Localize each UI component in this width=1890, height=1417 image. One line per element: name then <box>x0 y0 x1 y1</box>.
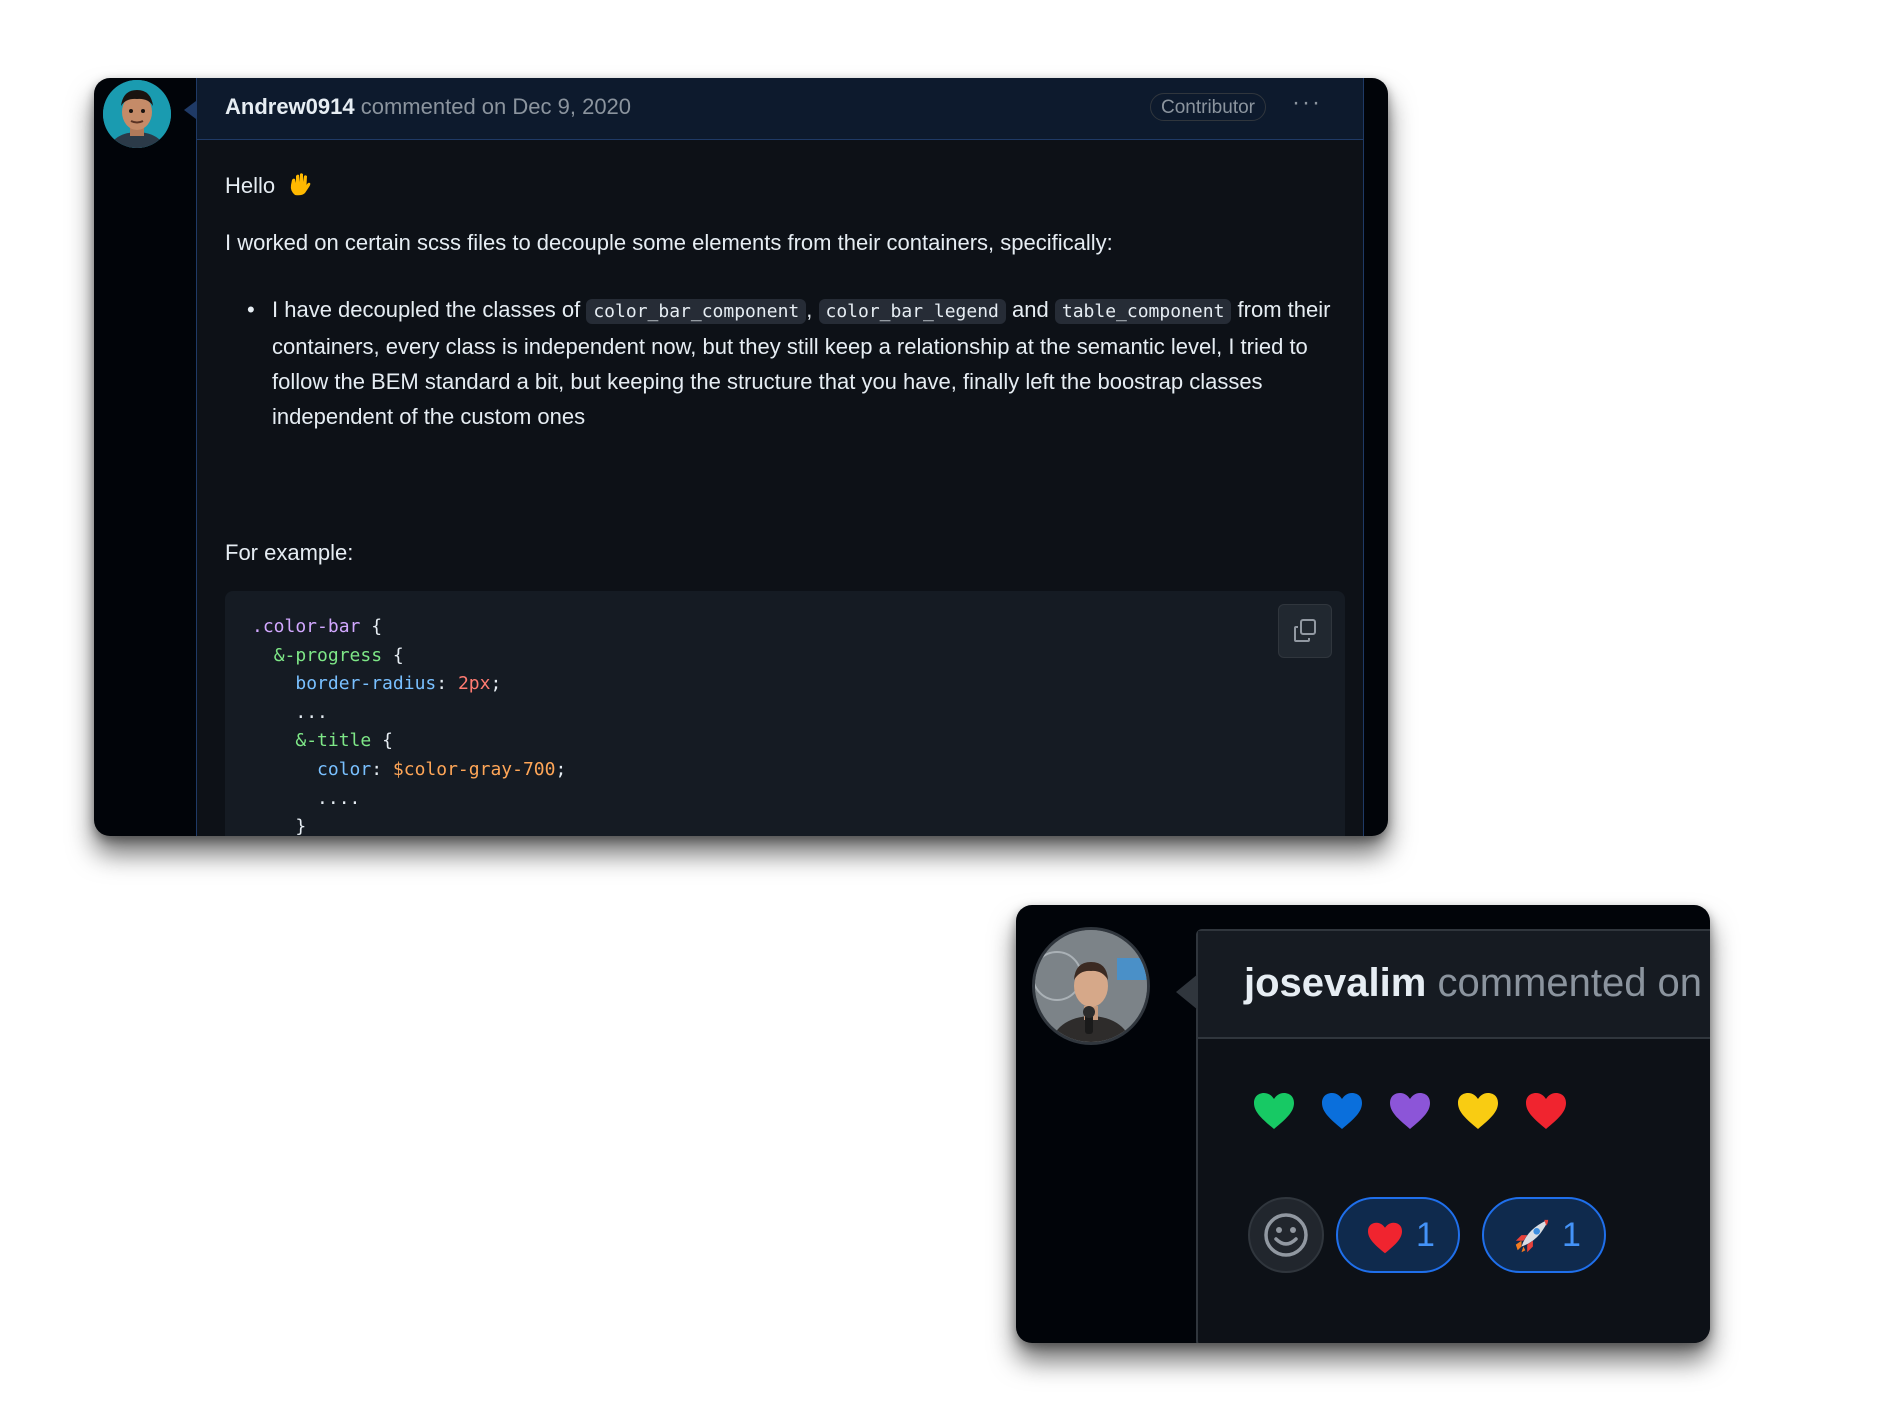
code-property: color <box>317 758 372 780</box>
code-property: border-radius <box>295 673 437 695</box>
list-item-text: I have decoupled the classes of color_ba… <box>272 292 1337 434</box>
bullet-text-part1: I have decoupled the classes of <box>272 297 581 322</box>
rocket-icon <box>1515 1219 1549 1253</box>
code-colon: : <box>436 673 448 695</box>
comment-card-andrew: Andrew0914 commented on Dec 9, 2020 Cont… <box>94 78 1388 836</box>
code-selector: .color-bar <box>252 616 361 637</box>
avatar-josevalim[interactable] <box>1032 927 1150 1045</box>
code-value: 2px <box>457 673 491 695</box>
for-example-label: For example: <box>225 540 354 565</box>
avatar-andrew[interactable] <box>103 80 171 148</box>
reaction-rocket-button[interactable]: 1 <box>1482 1197 1606 1273</box>
code-block: .color-bar { &-progress { border-radius:… <box>225 591 1345 836</box>
user-photo-icon <box>1035 930 1147 1042</box>
comment-header: josevalim commented on <box>1198 931 1710 1039</box>
code-ellipsis: ... <box>295 701 328 723</box>
comment-box: josevalim commented on 1 1 <box>1196 929 1710 1343</box>
add-reaction-button[interactable] <box>1248 1197 1324 1273</box>
comment-timestamp[interactable]: commented on Dec 9, 2020 <box>361 94 631 119</box>
inline-code-color-bar-legend: color_bar_legend <box>818 299 1006 324</box>
copy-icon <box>1294 619 1316 642</box>
comment-author-line: josevalim commented on <box>1244 961 1702 1006</box>
code-brace: { <box>392 644 404 666</box>
green-heart-icon <box>1254 1093 1294 1129</box>
blue-heart-icon <box>1322 1093 1362 1129</box>
code-brace: { <box>371 616 383 637</box>
comment-author-line: Andrew0914 commented on Dec 9, 2020 <box>225 94 631 120</box>
greeting-line: Hello <box>225 171 313 199</box>
intro-paragraph: I worked on certain scss files to decoup… <box>225 230 1113 255</box>
comment-caret <box>184 101 196 119</box>
greeting-text: Hello <box>225 173 276 198</box>
code-nested-selector: &-progress <box>273 644 383 666</box>
copy-button[interactable] <box>1278 604 1332 658</box>
bullet-separator: , <box>806 297 813 322</box>
bullet-and: and <box>1012 297 1049 322</box>
code-colon: : <box>371 758 383 780</box>
waving-hand-icon <box>291 173 311 196</box>
comment-timestamp[interactable]: commented on <box>1437 961 1702 1005</box>
comment-box: Andrew0914 commented on Dec 9, 2020 Cont… <box>196 78 1364 836</box>
code-brace: } <box>295 816 307 836</box>
user-photo-icon <box>103 80 171 148</box>
bullet-dot: • <box>247 297 255 322</box>
reaction-heart-button[interactable]: 1 <box>1336 1197 1460 1273</box>
code-lines: .color-bar { &-progress { border-radius:… <box>252 613 566 836</box>
purple-heart-icon <box>1390 1093 1430 1129</box>
code-nested-selector: &-title <box>295 730 372 752</box>
code-variable: $color-gray-700 <box>392 758 556 780</box>
red-heart-icon <box>1526 1093 1566 1129</box>
author-name[interactable]: josevalim <box>1244 961 1426 1005</box>
comment-header: Andrew0914 commented on Dec 9, 2020 Cont… <box>197 78 1363 140</box>
comment-caret <box>1176 974 1198 1010</box>
code-semicolon: ; <box>490 673 502 695</box>
more-options-icon[interactable]: ··· <box>1292 89 1322 117</box>
red-heart-icon <box>1368 1222 1402 1254</box>
inline-code-table-component: table_component <box>1054 299 1232 324</box>
author-name[interactable]: Andrew0914 <box>225 94 355 119</box>
code-ellipsis: .... <box>317 787 361 809</box>
reaction-count: 1 <box>1416 1216 1435 1254</box>
code-brace: { <box>382 730 393 752</box>
code-semicolon: ; <box>555 758 567 780</box>
smiley-icon <box>1264 1213 1308 1257</box>
inline-code-color-bar-component: color_bar_component <box>586 299 807 324</box>
contributor-badge: Contributor <box>1150 93 1266 121</box>
reaction-count: 1 <box>1562 1216 1581 1254</box>
comment-card-josevalim: josevalim commented on 1 1 <box>1016 905 1710 1343</box>
yellow-heart-icon <box>1458 1093 1498 1129</box>
